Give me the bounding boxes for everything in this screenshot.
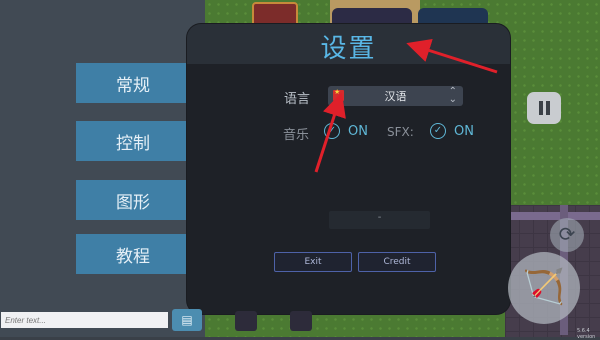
credit-button[interactable]: Credit: [358, 252, 436, 272]
tab-general[interactable]: 常规: [76, 63, 195, 103]
pause-button[interactable]: [527, 92, 561, 124]
dialog-title: 设置: [320, 34, 377, 64]
chevron-updown-icon: ⌃ ⌄: [448, 86, 457, 105]
settings-dialog: 设置 语言 汉语 ⌃⌄ 音乐 ✓ ON SFX: ✓ ON - Exit Cre…: [187, 24, 510, 314]
chat-icon[interactable]: ▤: [172, 309, 202, 331]
music-label: 音乐: [283, 128, 310, 143]
version-text: -: [377, 212, 382, 223]
dungeon-wall: [505, 212, 600, 220]
tab-tutorial[interactable]: 教程: [76, 234, 195, 274]
music-state[interactable]: ON: [348, 124, 368, 139]
version-tag: 5.6.4 version: [577, 328, 596, 340]
music-toggle-check-icon[interactable]: ✓: [324, 123, 340, 139]
attack-bow-icon[interactable]: 🏹: [508, 252, 580, 324]
dimmed-overlay: [0, 0, 205, 337]
language-label: 语言: [284, 92, 311, 107]
language-value: 汉语: [384, 90, 407, 103]
tab-controls[interactable]: 控制: [76, 121, 195, 161]
tab-graphics[interactable]: 图形: [76, 180, 195, 220]
exit-button[interactable]: Exit: [274, 252, 352, 272]
character-icon[interactable]: [235, 311, 257, 331]
sfx-toggle-check-icon[interactable]: ✓: [430, 123, 446, 139]
language-select[interactable]: 汉语 ⌃⌄: [328, 86, 463, 106]
swap-weapon-icon[interactable]: ⟳: [550, 218, 584, 252]
skill-icon[interactable]: [290, 311, 312, 331]
sfx-label: SFX:: [387, 125, 414, 139]
version-box: -: [329, 211, 430, 229]
chat-input[interactable]: [1, 312, 168, 328]
sfx-state[interactable]: ON: [454, 124, 474, 139]
